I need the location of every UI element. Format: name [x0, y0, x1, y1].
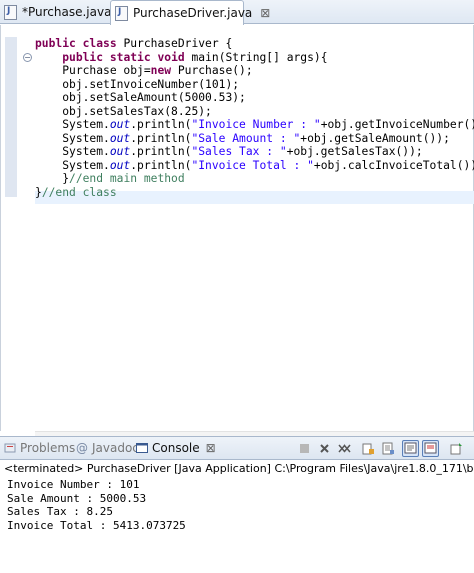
code-line[interactable]: public class PurchaseDriver {	[35, 37, 474, 51]
code-editor[interactable]: − public class PurchaseDriver { public s…	[0, 25, 474, 447]
code-token: System.	[62, 131, 110, 145]
show-console-on-error-icon[interactable]	[422, 440, 439, 457]
console-icon	[136, 443, 148, 453]
show-console-on-output-icon[interactable]	[402, 440, 419, 457]
bottom-panel-tab-bar: Problems @ Javadoc Console ⊠	[0, 436, 474, 460]
quick-diff-bar	[5, 37, 17, 197]
code-token: out	[109, 118, 131, 131]
code-line[interactable]: System.out.println("Sales Tax : "+obj.ge…	[35, 145, 474, 159]
editor-tab-bar: J *Purchase.java J PurchaseDriver.java ⊠	[0, 0, 474, 25]
editor-gutter	[1, 25, 19, 431]
code-token: static	[109, 50, 151, 64]
code-token: //end class	[41, 185, 117, 199]
tab-label: Javadoc	[92, 441, 139, 455]
code-token: .println(	[130, 131, 192, 145]
clear-console-icon[interactable]	[360, 440, 377, 457]
console-output-line: Invoice Total : 5413.073725	[7, 518, 186, 532]
code-token: "Sales Tax : "	[191, 145, 287, 158]
console-output-line: Invoice Number : 101	[7, 478, 140, 491]
code-line[interactable]: System.out.println("Sale Amount : "+obj.…	[35, 132, 474, 146]
code-line[interactable]: Purchase obj=new Purchase();	[35, 64, 474, 78]
code-token: System.	[62, 145, 110, 158]
code-token: +obj.getSalesTax());	[286, 145, 423, 158]
tab-label: PurchaseDriver.java	[133, 6, 253, 20]
code-token: public	[35, 37, 76, 50]
java-file-icon: J	[115, 5, 128, 21]
terminate-icon[interactable]	[296, 440, 313, 457]
code-token: PurchaseDriver {	[116, 37, 233, 50]
code-token: main(String[] args){	[184, 50, 328, 64]
problems-icon	[4, 443, 16, 453]
code-line[interactable]: System.out.println("Invoice Total : "+ob…	[35, 159, 474, 173]
console-output-line: Sale Amount : 5000.53	[7, 491, 147, 505]
code-line[interactable]: obj.setInvoiceNumber(101);	[35, 78, 474, 92]
close-icon[interactable]: ⊠	[260, 6, 270, 20]
code-token: out	[109, 131, 131, 145]
code-token: "Invoice Total : "	[191, 158, 314, 172]
code-line[interactable]: obj.setSaleAmount(5000.53);	[35, 91, 474, 105]
code-token: }	[62, 172, 70, 185]
tab-purchasedriver-java[interactable]: J PurchaseDriver.java ⊠	[110, 0, 270, 25]
code-token: +obj.getSaleAmount());	[300, 131, 450, 145]
code-token: obj.setSalesTax(8.25);	[62, 104, 212, 118]
code-token: //end main method	[69, 172, 185, 185]
tab-problems[interactable]: Problems	[4, 441, 75, 455]
java-file-icon: J	[4, 4, 17, 20]
code-token: .println(	[130, 158, 192, 172]
scroll-lock-icon[interactable]	[380, 440, 397, 457]
code-token: .println(	[130, 118, 192, 131]
tab-label: Console	[152, 441, 200, 455]
code-token: "Sale Amount : "	[191, 131, 301, 145]
code-line[interactable]: }//end main method	[35, 172, 474, 186]
code-token: public	[62, 50, 104, 64]
code-token: Purchase obj=	[62, 64, 151, 77]
remove-all-terminated-icon[interactable]	[336, 440, 353, 457]
console-output[interactable]: Invoice Number : 101 Sale Amount : 5000.5…	[7, 478, 186, 532]
code-token: new	[150, 64, 172, 77]
code-token: +obj.calcInvoiceTotal());	[313, 158, 474, 172]
source-code[interactable]: public class PurchaseDriver { public sta…	[35, 37, 474, 199]
close-icon[interactable]: ⊠	[206, 441, 216, 455]
code-token: .println(	[130, 145, 192, 158]
code-token: void	[157, 50, 185, 64]
code-token: }	[35, 185, 42, 199]
code-token: Purchase();	[171, 64, 253, 77]
console-output-line: Sales Tax : 8.25	[7, 505, 113, 518]
code-token: System.	[62, 158, 110, 172]
tab-purchase-java[interactable]: J *Purchase.java	[0, 0, 112, 24]
fold-toggle-icon[interactable]: −	[23, 53, 32, 62]
remove-launch-icon[interactable]	[316, 440, 333, 457]
code-token: "Invoice Number : "	[191, 118, 321, 131]
code-token: out	[109, 145, 131, 158]
tab-label: *Purchase.java	[22, 5, 112, 19]
code-token: obj.setSaleAmount(5000.53);	[62, 91, 246, 104]
tab-console[interactable]: Console ⊠	[136, 441, 216, 455]
code-line[interactable]: System.out.println("Invoice Number : "+o…	[35, 118, 474, 132]
console-status-line: <terminated> PurchaseDriver [Java Applic…	[4, 462, 474, 475]
code-token: class	[82, 37, 117, 50]
pin-console-icon[interactable]	[448, 440, 465, 457]
code-line[interactable]: }//end class	[35, 186, 474, 200]
code-token: +obj.getInvoiceNumber());	[320, 118, 474, 131]
code-token: System.	[62, 118, 110, 131]
code-line[interactable]: obj.setSalesTax(8.25);	[35, 105, 474, 119]
javadoc-icon: @	[76, 441, 88, 455]
code-token: out	[109, 158, 131, 172]
tab-label: Problems	[20, 441, 76, 455]
code-line[interactable]: public static void main(String[] args){	[35, 51, 474, 65]
code-token: obj.setInvoiceNumber(101);	[62, 77, 240, 91]
tab-javadoc[interactable]: @ Javadoc	[76, 441, 139, 455]
